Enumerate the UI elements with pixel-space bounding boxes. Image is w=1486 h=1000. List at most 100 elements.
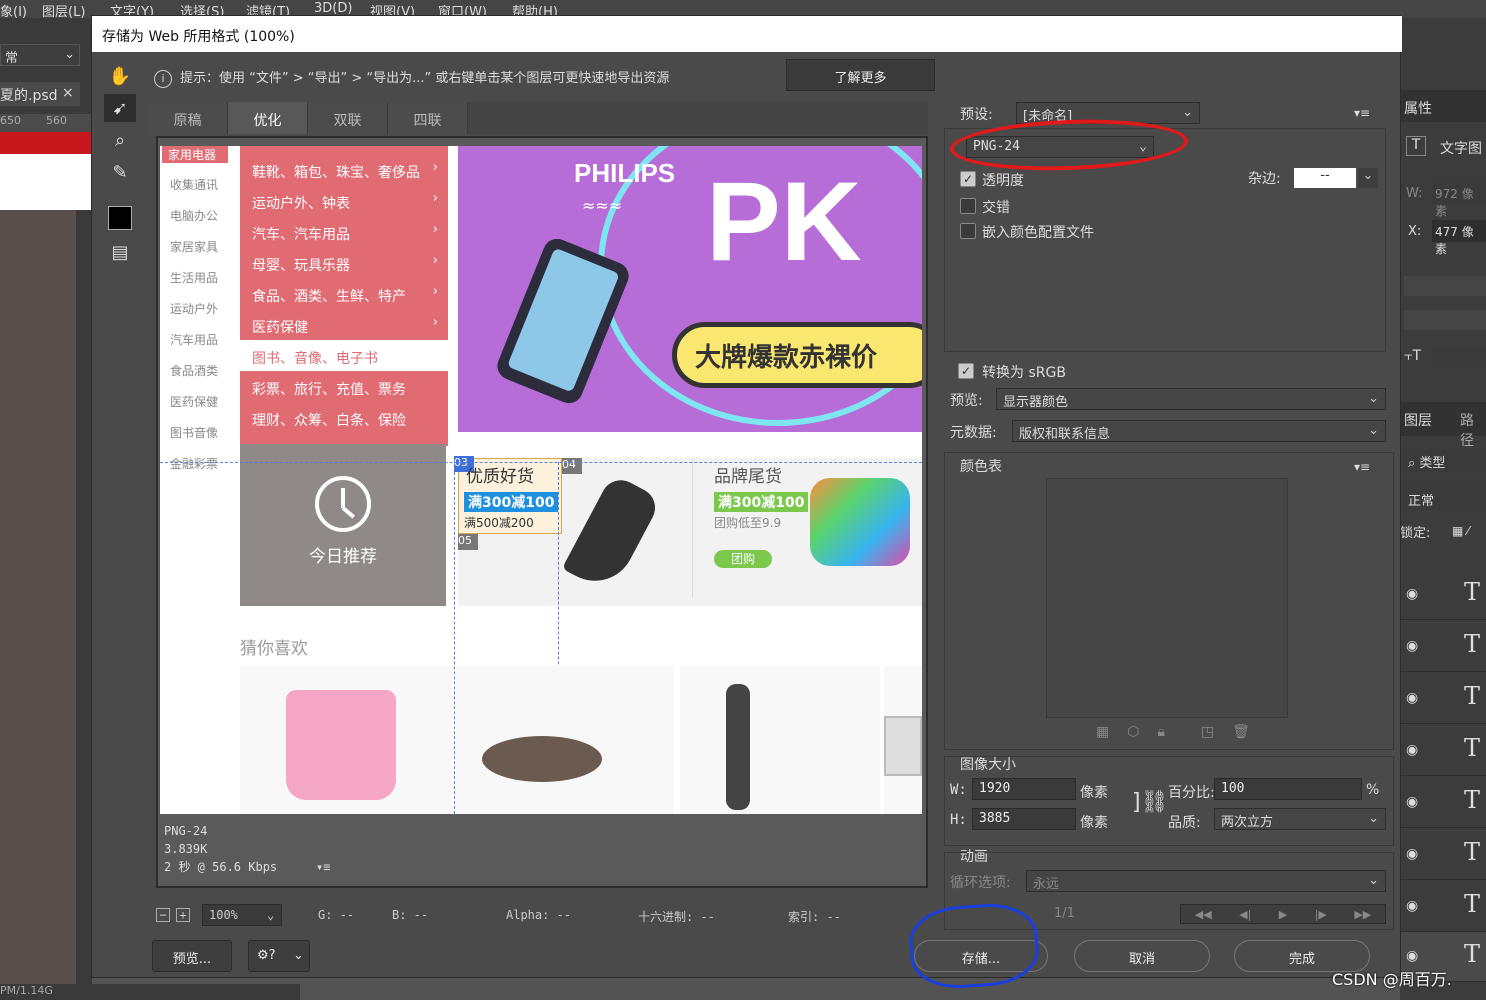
interlaced-checkbox[interactable] <box>960 198 976 214</box>
zoom-in-icon[interactable]: + <box>176 908 190 922</box>
loop-select[interactable]: 永远 ⌄ <box>1026 870 1386 892</box>
preview-color-select[interactable]: 显示器颜色 ⌄ <box>996 388 1386 410</box>
info-menu-icon[interactable]: ▾≡ <box>316 858 330 876</box>
menu-item: 母婴、玩具乐器 <box>252 258 350 274</box>
eye-icon[interactable]: ◉ <box>1406 690 1418 706</box>
cancel-button[interactable]: 取消 <box>1074 940 1210 972</box>
new-color-icon[interactable]: ◳ <box>1201 724 1232 740</box>
tab-optimized[interactable]: 优化 <box>228 102 308 134</box>
preset-menu-icon[interactable]: ▾≡ <box>1354 106 1370 120</box>
browser-select[interactable]: ⚙? ⌄ <box>248 940 310 972</box>
props-field[interactable] <box>1432 348 1486 366</box>
status-alpha: Alpha: -- <box>506 908 572 922</box>
status-bar: − + 100% ⌄ G: -- B: -- Alpha: -- 十六进制: --… <box>156 904 928 930</box>
tab-paths[interactable]: 路径 <box>1460 410 1486 450</box>
width-input[interactable]: 1920 <box>972 778 1076 800</box>
chevron-down-icon[interactable]: ⌄ <box>1358 168 1378 188</box>
eye-icon[interactable]: ◉ <box>1406 638 1418 654</box>
map-color-icon[interactable]: ▦ <box>1096 724 1127 740</box>
color-table-grid[interactable] <box>1046 478 1288 718</box>
blend-mode-select[interactable]: 常 ⌄ <box>0 44 80 66</box>
text-layer-icon: T <box>1464 682 1481 710</box>
preset-label: 预设: <box>960 107 993 123</box>
last-frame-icon[interactable]: ▶▶ <box>1354 908 1371 921</box>
props-w-field[interactable]: 972 像素 <box>1432 182 1486 218</box>
category-menu: 鞋靴、箱包、珠宝、奢侈品 › 运动户外、钟表 › 汽车、汽车用品 › 母婴、玩具乐器 ›… <box>240 146 448 446</box>
learn-more-button[interactable]: 了解更多 <box>786 59 935 91</box>
color-table-menu-icon[interactable]: ▾≡ <box>1354 460 1370 474</box>
guess-label: 猜你喜欢 <box>240 639 308 659</box>
delete-color-icon[interactable]: 🗑︎ <box>1232 724 1268 740</box>
promo1-title: 优质好货 <box>466 467 534 487</box>
next-frame-icon[interactable]: |▶ <box>1315 908 1327 921</box>
loop-value: 永远 <box>1033 877 1060 892</box>
layer-row[interactable]: ◉ T <box>1400 726 1486 776</box>
zoom-tool-icon[interactable]: ⌕ <box>104 126 136 154</box>
hand-tool-icon[interactable]: ✋ <box>104 62 136 90</box>
category-item: 家用电器 <box>162 146 228 163</box>
eye-icon[interactable]: ◉ <box>1406 948 1418 964</box>
ps-document-area: 常 ⌄ 夏的.psd × 650 560 <box>0 18 92 1000</box>
metadata-select[interactable]: 版权和联系信息 ⌄ <box>1012 420 1386 442</box>
zoom-out-icon[interactable]: − <box>156 908 170 922</box>
hero-banner: PHILIPS ≈≈≈ PK 大牌爆款赤裸价 <box>458 146 922 432</box>
quality-select[interactable]: 两次立方 ⌄ <box>1214 808 1386 830</box>
eyedropper-tool-icon[interactable]: ✎ <box>104 158 136 186</box>
link-icon[interactable]: ]⛓︎ <box>1132 790 1169 815</box>
eye-icon[interactable]: ◉ <box>1406 794 1418 810</box>
layers-blend-select[interactable]: 正常 <box>1404 486 1486 510</box>
chevron-right-icon: › <box>432 253 438 268</box>
first-frame-icon[interactable]: ◀◀ <box>1195 908 1212 921</box>
menu-3d[interactable]: 3D(D) <box>314 1 352 16</box>
tab-original[interactable]: 原稿 <box>148 102 228 134</box>
toggle-slices-icon[interactable]: ▤ <box>104 238 136 266</box>
promo2-button: 团购 <box>714 550 772 568</box>
layers-filter[interactable]: ⌕ 类型 <box>1404 448 1486 472</box>
width-unit: 像素 <box>1080 785 1108 801</box>
eye-icon[interactable]: ◉ <box>1406 742 1418 758</box>
layer-row[interactable]: ◉ T <box>1400 570 1486 620</box>
menu-item: 医药保健 <box>252 320 308 336</box>
promo-area: 03 优质好货 满300减100 满500减200 04 05 品牌尾货 满30… <box>454 456 922 606</box>
layer-row[interactable]: ◉ T <box>1400 882 1486 932</box>
props-x-field[interactable]: 477 像素 <box>1432 220 1486 256</box>
tab-2up[interactable]: 双联 <box>308 102 388 134</box>
today-recommend: 今日推荐 <box>240 444 446 606</box>
height-input[interactable]: 3885 <box>972 808 1076 830</box>
percent-input[interactable]: 100 <box>1214 778 1362 800</box>
eye-icon[interactable]: ◉ <box>1406 846 1418 862</box>
tab-4up[interactable]: 四联 <box>388 102 468 134</box>
watermark: CSDN @周百万. <box>1332 970 1452 989</box>
tab-layers[interactable]: 图层 <box>1404 410 1432 430</box>
web-shift-icon[interactable]: ⬡ <box>1127 724 1157 740</box>
lock-color-icon[interactable]: 🔒︎ <box>1157 724 1182 740</box>
chevron-down-icon: ⌄ <box>1182 105 1193 120</box>
quality-value: 两次立方 <box>1221 815 1274 830</box>
layer-row[interactable]: ◉ T <box>1400 830 1486 880</box>
slice-select-tool-icon[interactable]: ➹ <box>104 94 136 122</box>
menu-item: 食品、酒类、生鲜、特产 <box>252 289 406 305</box>
layer-row[interactable]: ◉ T <box>1400 778 1486 828</box>
zoom-select[interactable]: 100% ⌄ <box>202 904 282 926</box>
preview-color-value: 显示器颜色 <box>1003 395 1069 410</box>
close-icon[interactable]: × <box>62 85 74 101</box>
prev-frame-icon[interactable]: ◀| <box>1239 908 1251 921</box>
chevron-down-icon: ⌄ <box>1368 873 1379 888</box>
doc-tab[interactable]: 夏的.psd × <box>0 82 80 106</box>
embed-profile-checkbox[interactable] <box>960 223 976 239</box>
color-swatch[interactable] <box>104 204 136 232</box>
transparency-checkbox[interactable]: ✓ <box>960 171 976 187</box>
preview-browser-button[interactable]: 预览... <box>152 940 232 972</box>
convert-srgb-checkbox[interactable]: ✓ <box>958 363 974 379</box>
menu-item: 彩票、旅行、充值、票务 <box>252 382 406 398</box>
category-item: 生活用品 <box>170 271 219 285</box>
category-item: 汽车用品 <box>170 333 219 347</box>
play-icon[interactable]: ▶ <box>1279 908 1287 921</box>
eye-icon[interactable]: ◉ <box>1406 898 1418 914</box>
lock-icon[interactable]: ▦ ⁄ <box>1452 524 1469 538</box>
preview-canvas[interactable]: 家用电器 收集通讯 电脑办公 家居家具 生活用品 运动户外 汽车用品 食品酒类 … <box>160 146 922 814</box>
matte-swatch[interactable]: -- <box>1294 168 1356 188</box>
layer-row[interactable]: ◉ T <box>1400 674 1486 724</box>
eye-icon[interactable]: ◉ <box>1406 586 1418 602</box>
layer-row[interactable]: ◉ T <box>1400 622 1486 672</box>
